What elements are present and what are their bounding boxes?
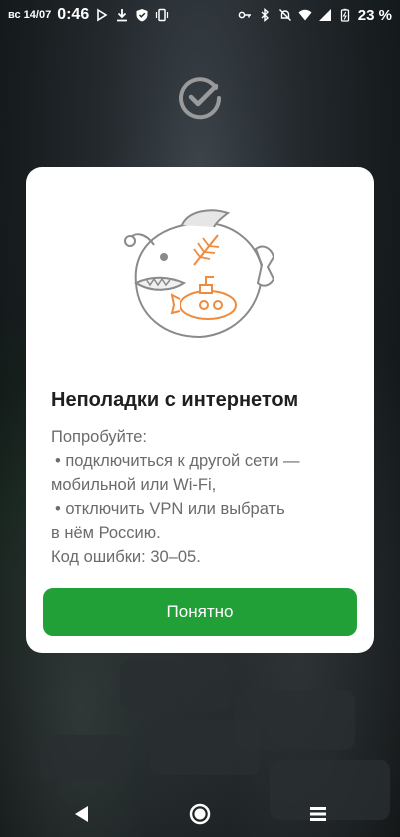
bluetooth-icon [258,8,272,22]
shield-icon [135,8,149,22]
key-icon [238,8,252,22]
sber-logo-icon [176,74,224,122]
ok-button[interactable]: Понятно [43,588,357,636]
wifi-icon [298,8,312,22]
mute-icon [278,8,292,22]
back-triangle-icon[interactable] [68,800,96,828]
dialog-message: Попробуйте: • подключиться к другой сети… [51,425,351,569]
bullet-item-continuation: в нём Россию. [51,524,161,542]
bullet-item: • отключить VPN или выбрать [55,500,285,518]
dialog-title: Неполадки с интернетом [51,389,299,411]
signal-icon [318,8,332,22]
bullet-item-continuation: мобильной или Wi-Fi, [51,476,217,494]
anglerfish-submarine-illustration [124,205,276,345]
navigation-bar [0,790,400,837]
menu-lines-icon[interactable] [304,800,332,828]
battery-percent: 23 % [357,6,392,24]
play-store-icon [95,8,109,22]
background-rock [150,720,260,775]
vibrate-icon [155,8,169,22]
download-icon [115,8,129,22]
status-date: вс 14/07 [8,9,52,21]
battery-icon [338,8,352,22]
background-rock [40,735,130,780]
home-circle-icon[interactable] [186,800,214,828]
error-code-text: Код ошибки: 30–05. [51,548,201,566]
status-bar: вс 14/07 0:46 23 % [0,0,400,30]
bullet-item: • подключиться к другой сети — [55,452,300,470]
intro-text: Попробуйте: [51,428,148,446]
status-time: 0:46 [57,6,90,23]
background-rock [120,660,230,710]
error-dialog: Неполадки с интернетом Попробуйте: • под… [26,167,374,653]
